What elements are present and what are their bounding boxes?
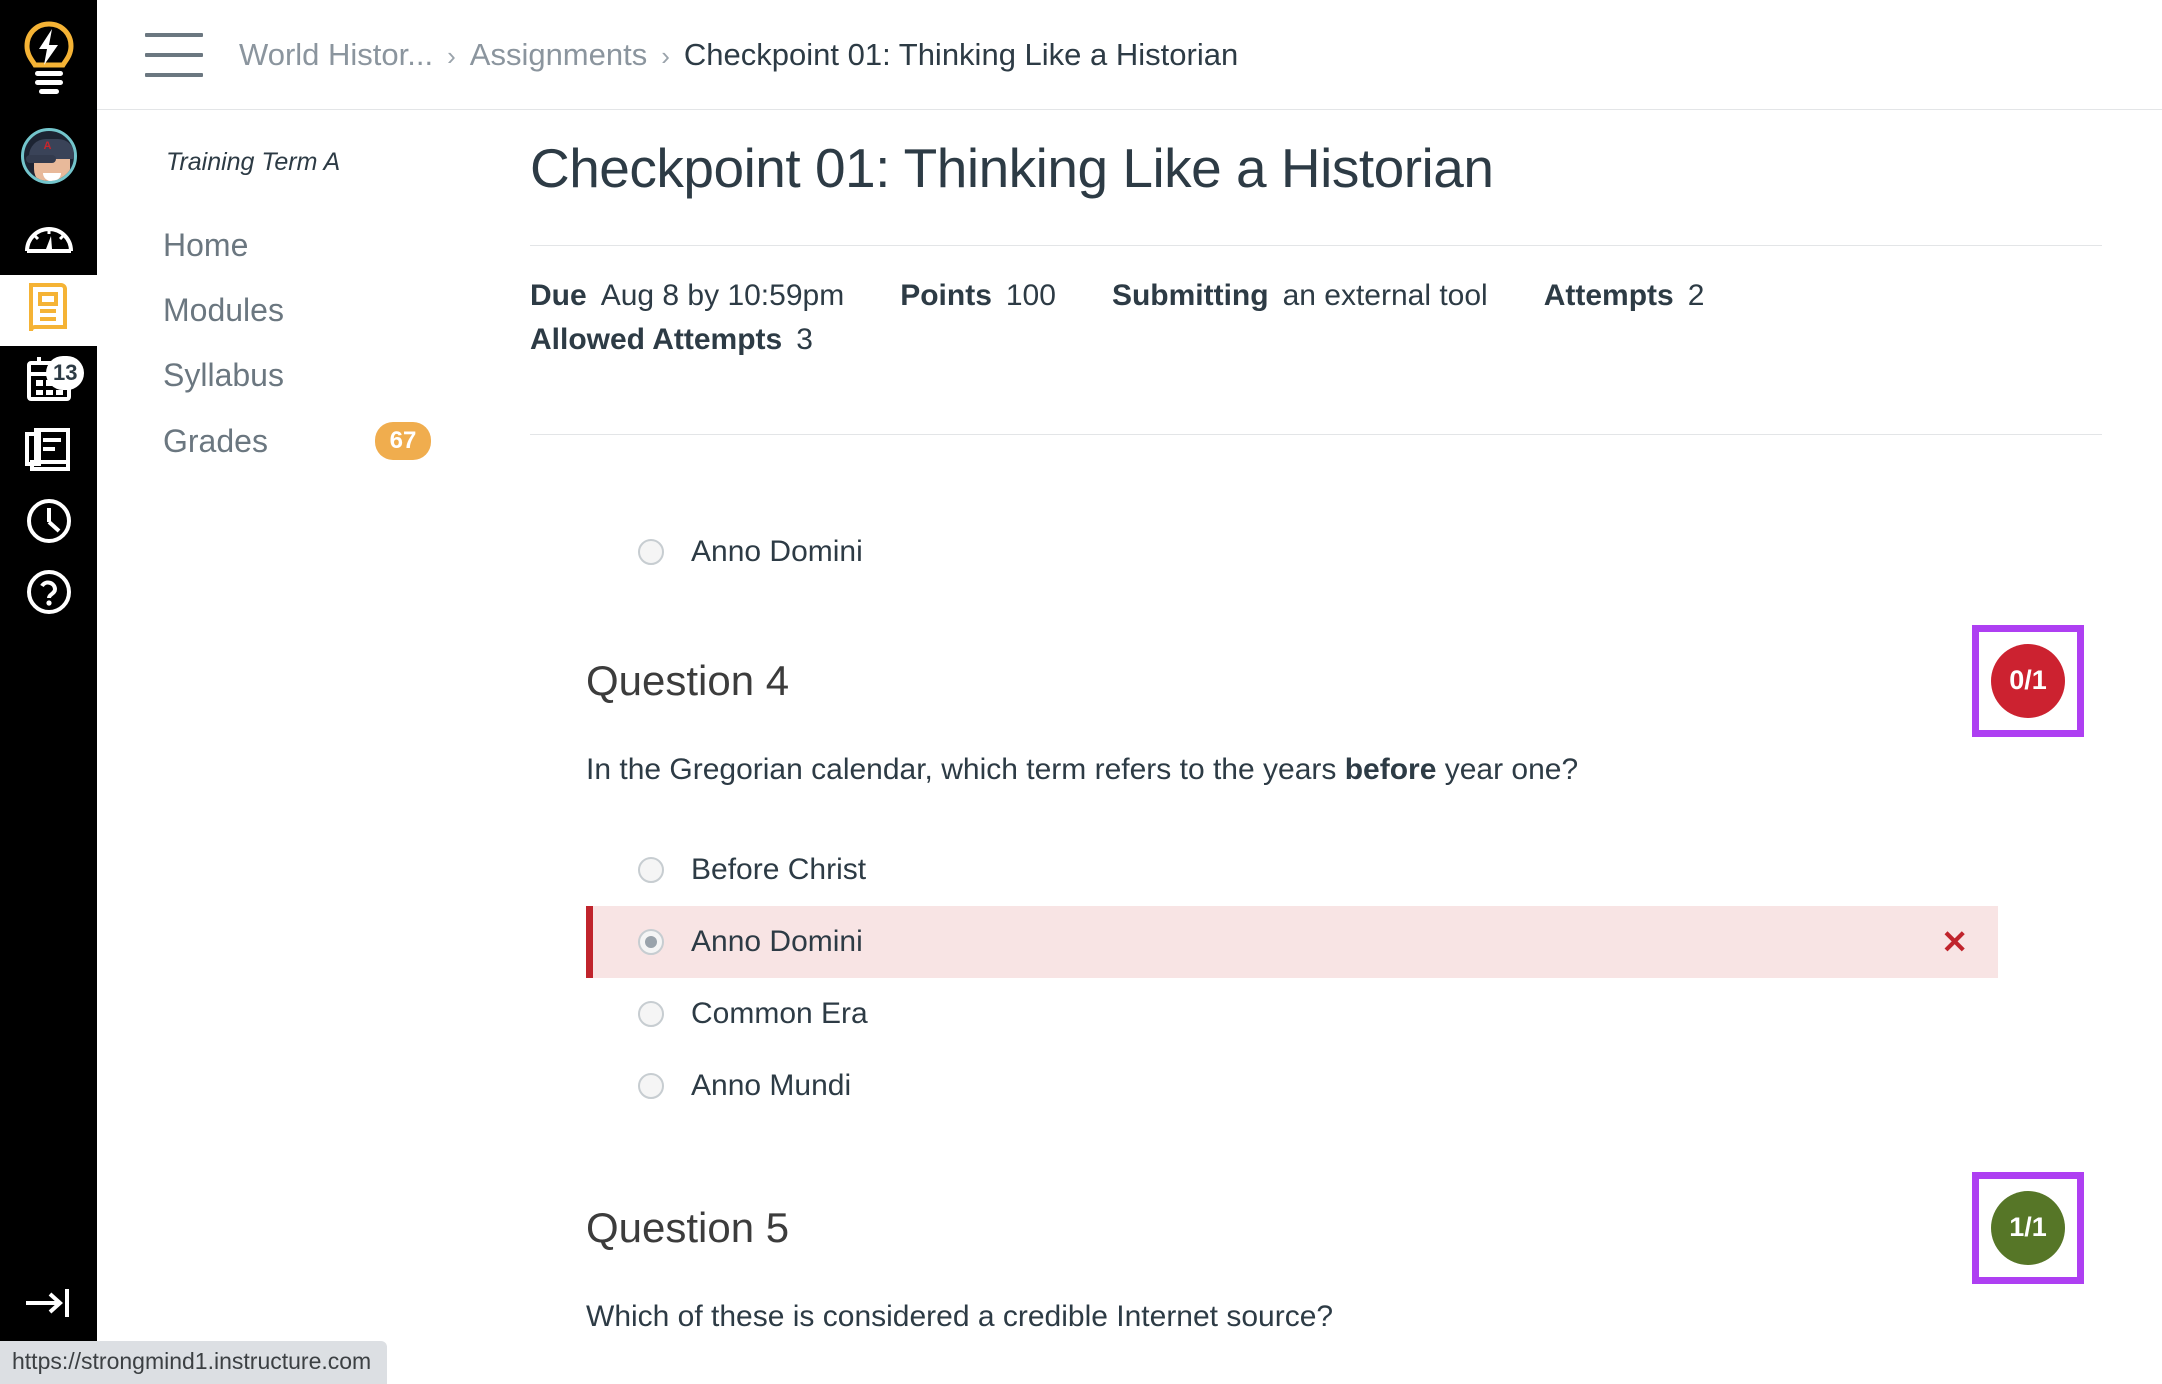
question-title: Question 4 [586,656,790,704]
sidebar-item-label: Syllabus [163,357,284,393]
previous-question-answer-row[interactable]: Anno Domini [530,523,2162,569]
dashboard-icon [24,218,74,261]
sidebar-item-dashboard[interactable] [0,204,97,275]
sidebar-item-label: Grades [163,422,268,459]
arrow-to-bar-expand-icon [22,1286,76,1325]
inbox-unread-badge: 13 [46,356,85,390]
inbox-icon [24,428,74,477]
question-text: Which of these is considered a credible … [586,1299,1334,1333]
radio-button[interactable] [638,1072,664,1099]
meta-points: Points 100 [900,279,1056,312]
answer-label: Anno Mundi [691,1068,852,1102]
answer-label: Anno Domini [691,534,863,568]
collapse-rail-button[interactable] [0,1270,97,1340]
meta-attempts: Attempts 2 [1543,279,1705,312]
breadcrumb-separator-icon: › [447,40,456,71]
status-bar-url: https://strongmind1.instructure.com [0,1341,388,1384]
answer-row[interactable]: Common Era [586,978,1998,1050]
sidebar-item-syllabus[interactable]: Syllabus [97,343,471,408]
breadcrumb-bar: World Histor... › Assignments › Checkpoi… [97,0,2162,110]
status-badge: 1/1 [1991,1190,2065,1265]
breadcrumb-item-current: Checkpoint 01: Thinking Like a Historian [683,36,1239,72]
page-title: Checkpoint 01: Thinking Like a Historian [530,137,1494,199]
global-navigation-rail: A 13 [0,0,97,1384]
breadcrumb: World Histor... › Assignments › Checkpoi… [239,37,1238,73]
question-title: Question 5 [586,1203,790,1251]
meta-submitting: Submitting an external tool [1111,279,1488,312]
sidebar-item-history[interactable] [0,488,97,559]
sidebar-item-courses[interactable] [0,275,97,346]
assignment-content: Checkpoint 01: Thinking Like a Historian… [472,110,2162,1384]
incorrect-x-icon: ✕ [1941,923,1968,960]
score-highlight-box: 1/1 [1972,1171,2084,1284]
lightbulb-logo-icon[interactable] [0,8,97,108]
answer-row[interactable]: Before Christ [586,834,1998,906]
course-navigation: Training Term A Home Modules Syllabus Gr… [97,110,472,1384]
sidebar-item-home[interactable]: Home [97,213,471,278]
sidebar-item-grades[interactable]: Grades 67 [97,408,471,474]
meta-divider [530,433,2102,435]
term-label: Training Term A [166,148,341,176]
breadcrumb-item-assignments[interactable]: Assignments [470,37,647,73]
grades-count-badge: 67 [375,422,431,460]
sidebar-item-inbox[interactable] [0,417,97,488]
sidebar-item-help[interactable] [0,559,97,630]
answer-row-selected-incorrect[interactable]: Anno Domini ✕ [586,905,1998,978]
question-block: Question 5 1/1 Which of these is conside… [530,1171,2162,1334]
hamburger-menu-icon[interactable] [145,32,203,77]
question-block: Question 4 0/1 In the Gregorian calendar… [530,624,2162,1122]
avatar[interactable]: A [0,108,97,204]
sidebar-item-label: Home [163,227,249,263]
courses-book-icon [27,282,71,339]
user-avatar-image: A [20,128,77,184]
breadcrumb-separator-icon: › [661,40,670,71]
breadcrumb-item-course[interactable]: World Histor... [239,37,433,73]
radio-button[interactable] [638,1000,664,1027]
answer-label: Before Christ [691,852,867,886]
help-question-icon [26,569,72,620]
meta-allowed-attempts: Allowed Attempts 3 [530,323,813,357]
radio-button[interactable] [638,856,664,883]
assignment-meta: Due Aug 8 by 10:59pm Points 100 Submitti… [530,246,2162,389]
score-highlight-box: 0/1 [1972,624,2084,737]
answer-label: Anno Domini [691,924,863,958]
meta-due: Due Aug 8 by 10:59pm [530,279,845,312]
status-badge: 0/1 [1991,643,2065,718]
sidebar-item-label: Modules [163,292,284,328]
radio-button[interactable] [638,538,664,565]
radio-button[interactable] [638,928,664,955]
answer-label: Common Era [691,996,868,1030]
sidebar-item-calendar[interactable]: 13 [0,346,97,417]
sidebar-item-modules[interactable]: Modules [97,278,471,343]
question-emphasis: before [1344,752,1437,786]
answer-list: Before Christ Anno Domini ✕ Common Era A… [586,834,2162,1122]
history-clock-icon [26,498,72,549]
question-text: In the Gregorian calendar, which term re… [586,752,1579,786]
answer-row[interactable]: Anno Mundi [586,1050,1998,1122]
